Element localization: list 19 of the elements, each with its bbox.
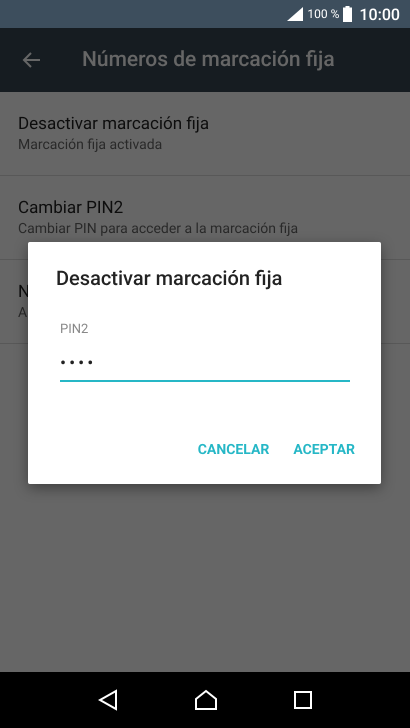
- signal-icon: [287, 7, 304, 21]
- setting-subtitle: Marcación fija activada: [18, 137, 162, 153]
- battery-icon: [343, 6, 352, 22]
- dialog-button[interactable]: ACEPTAR: [285, 436, 363, 464]
- setting-title[interactable]: Cambiar PIN2: [18, 198, 124, 218]
- home-icon[interactable]: [194, 689, 218, 711]
- setting-subtitle: Cambiar PIN para acceder a la marcación fija: [18, 221, 298, 237]
- back-arrow-icon[interactable]: [22, 50, 42, 70]
- screen-title: Números de marcación fija: [82, 48, 335, 72]
- clock: 10:00: [359, 4, 400, 24]
- dialog-button[interactable]: CANCELAR: [190, 436, 278, 464]
- field-label: PIN2: [60, 322, 90, 337]
- setting-title[interactable]: Desactivar marcación fija: [18, 114, 210, 134]
- back-icon[interactable]: [98, 689, 118, 711]
- setting-subtitle: A: [18, 305, 28, 321]
- recents-icon[interactable]: [294, 691, 312, 709]
- pin-field[interactable]: ••••: [60, 347, 350, 382]
- battery-percent: 100 %: [307, 7, 340, 21]
- dialog-title: Desactivar marcación fija: [56, 266, 284, 290]
